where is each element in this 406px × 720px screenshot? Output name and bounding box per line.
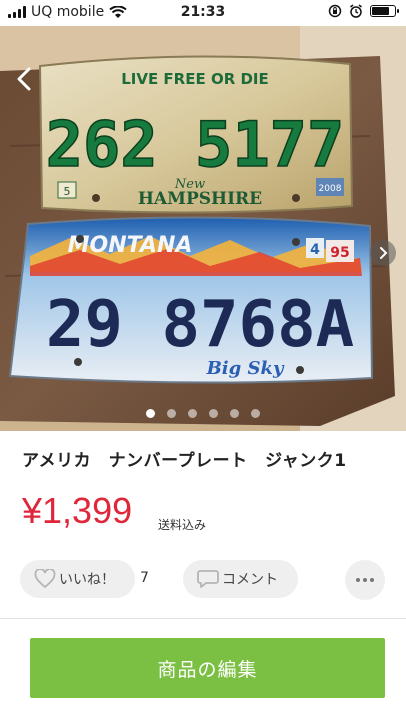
pagination-dot[interactable] [251,409,260,418]
svg-text:95: 95 [330,245,349,261]
pagination-dot[interactable] [230,409,239,418]
item-price: ¥1,399 [22,490,133,531]
montana-plate: MONTANA 4 95 29 8768A Big Sky [8,216,374,384]
status-bar: UQ mobile 21:33 [0,0,406,26]
edit-item-button[interactable]: 商品の編集 [30,638,385,698]
more-icon [356,578,360,582]
svg-text:2008: 2008 [319,184,342,194]
svg-text:29 8768A: 29 8768A [46,288,354,362]
new-hampshire-plate: LIVE FREE OR DIE 262 5177 262 5177 New H… [38,55,354,214]
comment-button[interactable]: コメント [183,560,298,598]
svg-text:MONTANA: MONTANA [68,233,193,258]
svg-text:4: 4 [310,242,320,258]
divider [0,618,406,619]
svg-text:LIVE FREE OR DIE: LIVE FREE OR DIE [121,70,269,88]
orientation-lock-icon [328,4,342,18]
comment-label: コメント [222,572,278,588]
pagination-dot[interactable] [167,409,176,418]
svg-text:5: 5 [64,185,71,198]
svg-text:HAMPSHIRE: HAMPSHIRE [138,189,262,209]
image-pagination [0,409,406,418]
pagination-dot[interactable] [188,409,197,418]
more-options-button[interactable] [345,560,385,600]
pagination-dot[interactable] [209,409,218,418]
chevron-right-icon [380,247,388,259]
pagination-dot[interactable] [146,409,155,418]
svg-text:Big Sky: Big Sky [206,358,285,379]
like-count: 7 [140,570,149,586]
shipping-label: 送料込み [158,518,207,532]
product-photo[interactable]: LIVE FREE OR DIE 262 5177 262 5177 New H… [0,26,406,431]
back-arrow-icon[interactable] [12,66,38,92]
like-label: いいね！ [59,572,115,588]
item-title: アメリカ ナンバープレート ジャンク1 [22,451,347,471]
alarm-icon [350,4,362,18]
svg-text:262 5177: 262 5177 [46,108,345,181]
comment-icon [197,570,219,588]
next-image-button[interactable] [370,240,396,266]
battery-icon [370,5,399,17]
heart-icon [34,569,56,589]
like-button[interactable]: いいね！ [20,560,135,598]
